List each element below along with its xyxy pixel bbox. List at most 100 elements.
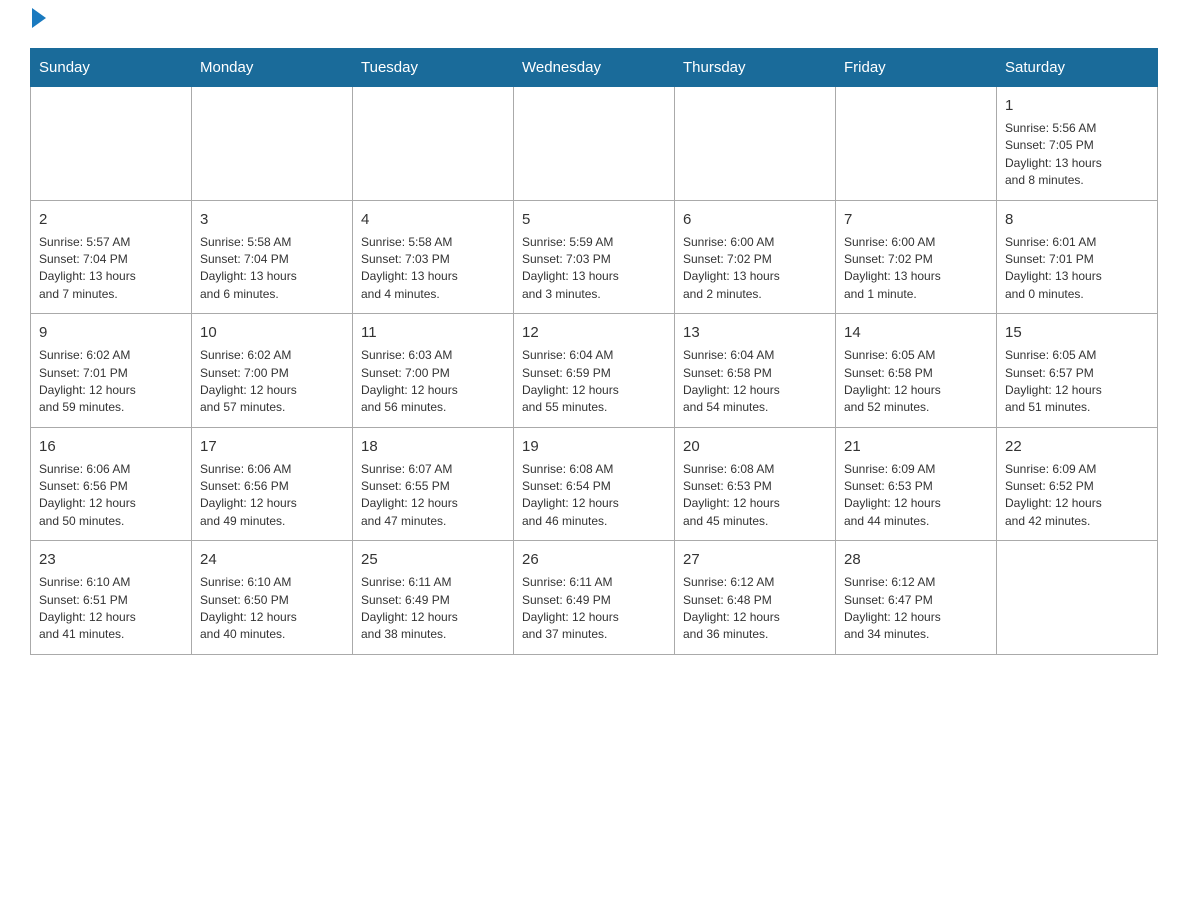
calendar-cell: 27 Sunrise: 6:12 AM Sunset: 6:48 PM Dayli… xyxy=(675,541,836,655)
calendar-cell: 21 Sunrise: 6:09 AM Sunset: 6:53 PM Dayli… xyxy=(836,427,997,541)
calendar-cell xyxy=(31,87,192,201)
day-number: 12 xyxy=(522,322,666,343)
day-number: 14 xyxy=(844,322,988,343)
day-info: Sunrise: 6:11 AM Sunset: 6:49 PM Dayligh… xyxy=(361,574,505,644)
calendar-cell: 1 Sunrise: 5:56 AM Sunset: 7:05 PM Daylig… xyxy=(997,87,1158,201)
day-number: 28 xyxy=(844,549,988,570)
calendar-cell: 19 Sunrise: 6:08 AM Sunset: 6:54 PM Dayli… xyxy=(514,427,675,541)
calendar-cell: 11 Sunrise: 6:03 AM Sunset: 7:00 PM Dayli… xyxy=(353,314,514,428)
calendar-cell xyxy=(514,87,675,201)
day-info: Sunrise: 6:03 AM Sunset: 7:00 PM Dayligh… xyxy=(361,347,505,417)
day-info: Sunrise: 6:09 AM Sunset: 6:52 PM Dayligh… xyxy=(1005,461,1149,531)
day-info: Sunrise: 6:00 AM Sunset: 7:02 PM Dayligh… xyxy=(683,234,827,304)
day-info: Sunrise: 6:11 AM Sunset: 6:49 PM Dayligh… xyxy=(522,574,666,644)
calendar-cell: 18 Sunrise: 6:07 AM Sunset: 6:55 PM Dayli… xyxy=(353,427,514,541)
calendar-cell: 23 Sunrise: 6:10 AM Sunset: 6:51 PM Dayli… xyxy=(31,541,192,655)
day-info: Sunrise: 5:57 AM Sunset: 7:04 PM Dayligh… xyxy=(39,234,183,304)
day-number: 4 xyxy=(361,209,505,230)
calendar-cell: 8 Sunrise: 6:01 AM Sunset: 7:01 PM Daylig… xyxy=(997,200,1158,314)
day-number: 10 xyxy=(200,322,344,343)
day-info: Sunrise: 6:08 AM Sunset: 6:53 PM Dayligh… xyxy=(683,461,827,531)
day-number: 2 xyxy=(39,209,183,230)
day-info: Sunrise: 6:09 AM Sunset: 6:53 PM Dayligh… xyxy=(844,461,988,531)
day-number: 13 xyxy=(683,322,827,343)
calendar-cell: 12 Sunrise: 6:04 AM Sunset: 6:59 PM Dayli… xyxy=(514,314,675,428)
calendar-cell: 14Sunrise: 6:05 AM Sunset: 6:58 PM Dayli… xyxy=(836,314,997,428)
calendar-cell: 7 Sunrise: 6:00 AM Sunset: 7:02 PM Daylig… xyxy=(836,200,997,314)
calendar-cell xyxy=(675,87,836,201)
calendar-cell: 24 Sunrise: 6:10 AM Sunset: 6:50 PM Dayli… xyxy=(192,541,353,655)
weekday-header-thursday: Thursday xyxy=(675,49,836,87)
calendar-cell: 2 Sunrise: 5:57 AM Sunset: 7:04 PM Daylig… xyxy=(31,200,192,314)
calendar-cell: 3 Sunrise: 5:58 AM Sunset: 7:04 PM Daylig… xyxy=(192,200,353,314)
calendar-cell xyxy=(997,541,1158,655)
weekday-header-saturday: Saturday xyxy=(997,49,1158,87)
day-number: 19 xyxy=(522,436,666,457)
day-info: Sunrise: 6:07 AM Sunset: 6:55 PM Dayligh… xyxy=(361,461,505,531)
day-number: 25 xyxy=(361,549,505,570)
day-number: 21 xyxy=(844,436,988,457)
day-info: Sunrise: 6:02 AM Sunset: 7:00 PM Dayligh… xyxy=(200,347,344,417)
day-number: 6 xyxy=(683,209,827,230)
day-number: 18 xyxy=(361,436,505,457)
day-info: Sunrise: 6:10 AM Sunset: 6:50 PM Dayligh… xyxy=(200,574,344,644)
day-info: Sunrise: 6:05 AM Sunset: 6:57 PM Dayligh… xyxy=(1005,347,1149,417)
day-info: Sunrise: 5:56 AM Sunset: 7:05 PM Dayligh… xyxy=(1005,120,1149,190)
day-number: 27 xyxy=(683,549,827,570)
day-number: 20 xyxy=(683,436,827,457)
day-number: 24 xyxy=(200,549,344,570)
logo-triangle-icon xyxy=(32,8,46,28)
calendar-cell: 5Sunrise: 5:59 AM Sunset: 7:03 PM Daylig… xyxy=(514,200,675,314)
calendar-cell: 25 Sunrise: 6:11 AM Sunset: 6:49 PM Dayli… xyxy=(353,541,514,655)
week-row-3: 9Sunrise: 6:02 AM Sunset: 7:01 PM Daylig… xyxy=(31,314,1158,428)
calendar-cell: 6 Sunrise: 6:00 AM Sunset: 7:02 PM Daylig… xyxy=(675,200,836,314)
day-info: Sunrise: 6:12 AM Sunset: 6:48 PM Dayligh… xyxy=(683,574,827,644)
week-row-2: 2 Sunrise: 5:57 AM Sunset: 7:04 PM Daylig… xyxy=(31,200,1158,314)
day-info: Sunrise: 6:08 AM Sunset: 6:54 PM Dayligh… xyxy=(522,461,666,531)
calendar-cell: 9Sunrise: 6:02 AM Sunset: 7:01 PM Daylig… xyxy=(31,314,192,428)
day-number: 8 xyxy=(1005,209,1149,230)
weekday-header-friday: Friday xyxy=(836,49,997,87)
week-row-1: 1 Sunrise: 5:56 AM Sunset: 7:05 PM Daylig… xyxy=(31,87,1158,201)
calendar-cell: 13 Sunrise: 6:04 AM Sunset: 6:58 PM Dayli… xyxy=(675,314,836,428)
day-number: 23 xyxy=(39,549,183,570)
day-info: Sunrise: 6:12 AM Sunset: 6:47 PM Dayligh… xyxy=(844,574,988,644)
weekday-header-tuesday: Tuesday xyxy=(353,49,514,87)
day-number: 3 xyxy=(200,209,344,230)
day-number: 1 xyxy=(1005,95,1149,116)
weekday-header-monday: Monday xyxy=(192,49,353,87)
day-info: Sunrise: 6:02 AM Sunset: 7:01 PM Dayligh… xyxy=(39,347,183,417)
day-info: Sunrise: 6:10 AM Sunset: 6:51 PM Dayligh… xyxy=(39,574,183,644)
day-info: Sunrise: 6:00 AM Sunset: 7:02 PM Dayligh… xyxy=(844,234,988,304)
page-header xyxy=(30,20,1158,28)
weekday-header-row: SundayMondayTuesdayWednesdayThursdayFrid… xyxy=(31,49,1158,87)
calendar-cell: 22Sunrise: 6:09 AM Sunset: 6:52 PM Dayli… xyxy=(997,427,1158,541)
day-number: 7 xyxy=(844,209,988,230)
day-number: 15 xyxy=(1005,322,1149,343)
calendar-cell xyxy=(192,87,353,201)
day-info: Sunrise: 6:04 AM Sunset: 6:59 PM Dayligh… xyxy=(522,347,666,417)
day-number: 11 xyxy=(361,322,505,343)
calendar-cell: 16Sunrise: 6:06 AM Sunset: 6:56 PM Dayli… xyxy=(31,427,192,541)
calendar-cell: 20 Sunrise: 6:08 AM Sunset: 6:53 PM Dayli… xyxy=(675,427,836,541)
logo xyxy=(30,20,46,28)
calendar-cell xyxy=(836,87,997,201)
weekday-header-wednesday: Wednesday xyxy=(514,49,675,87)
day-info: Sunrise: 6:04 AM Sunset: 6:58 PM Dayligh… xyxy=(683,347,827,417)
day-info: Sunrise: 5:58 AM Sunset: 7:04 PM Dayligh… xyxy=(200,234,344,304)
calendar-cell: 28 Sunrise: 6:12 AM Sunset: 6:47 PM Dayli… xyxy=(836,541,997,655)
day-info: Sunrise: 6:01 AM Sunset: 7:01 PM Dayligh… xyxy=(1005,234,1149,304)
calendar-cell: 15 Sunrise: 6:05 AM Sunset: 6:57 PM Dayli… xyxy=(997,314,1158,428)
day-number: 26 xyxy=(522,549,666,570)
day-number: 16 xyxy=(39,436,183,457)
week-row-4: 16 Sunrise: 6:06 AM Sunset: 6:56 PM Dayli… xyxy=(31,427,1158,541)
calendar-cell: 26 Sunrise: 6:11 AM Sunset: 6:49 PM Dayli… xyxy=(514,541,675,655)
day-number: 5 xyxy=(522,209,666,230)
day-info: Sunrise: 6:06 AM Sunset: 6:56 PM Dayligh… xyxy=(200,461,344,531)
calendar-cell: 4Sunrise: 5:58 AM Sunset: 7:03 PM Daylig… xyxy=(353,200,514,314)
calendar-cell xyxy=(353,87,514,201)
calendar-cell: 10 Sunrise: 6:02 AM Sunset: 7:00 PM Dayli… xyxy=(192,314,353,428)
day-number: 17 xyxy=(200,436,344,457)
calendar-cell: 17 Sunrise: 6:06 AM Sunset: 6:56 PM Dayli… xyxy=(192,427,353,541)
calendar-table: SundayMondayTuesdayWednesdayThursdayFrid… xyxy=(30,48,1158,655)
